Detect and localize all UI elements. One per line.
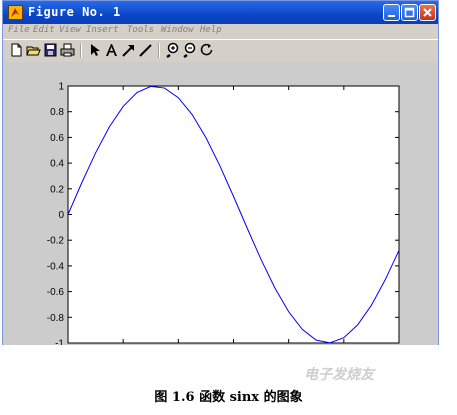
y-tick-label: -0.2 (47, 236, 65, 247)
open-file-icon[interactable] (26, 42, 41, 58)
matlab-icon (8, 5, 23, 20)
y-tick-label: 0.8 (50, 107, 64, 118)
close-button[interactable] (419, 4, 436, 21)
y-tick-label: -0.6 (47, 287, 65, 298)
menu-help[interactable]: Help (200, 25, 222, 35)
menu-tools[interactable]: Tools (127, 25, 154, 35)
y-tick-label: 0.6 (50, 133, 64, 144)
menu-insert[interactable]: Insert (86, 25, 119, 35)
plot-area: 012345610.80.60.40.20-0.2-0.4-0.6-0.8-1 (3, 62, 438, 345)
y-tick-label: 0.2 (50, 184, 64, 195)
new-figure-icon[interactable] (9, 42, 24, 58)
figure-caption: 图 1.6 函数 sinx 的图象 (154, 390, 303, 405)
window-title: Figure No. 1 (28, 5, 121, 19)
select-arrow-icon[interactable] (87, 42, 102, 58)
minimize-button[interactable] (383, 4, 400, 21)
zoom-out-icon[interactable] (182, 42, 197, 58)
menu-view[interactable]: View (59, 25, 81, 35)
rotate-icon[interactable] (199, 42, 214, 58)
maximize-button[interactable] (401, 4, 418, 21)
menu-edit[interactable]: Edit (33, 25, 55, 35)
watermark: 电子发烧友 (304, 367, 374, 383)
menu-window[interactable]: Window (161, 25, 194, 35)
y-tick-label: -0.4 (47, 261, 65, 272)
title-bar[interactable]: Figure No. 1 (3, 1, 438, 24)
insert-arrow-icon[interactable] (121, 42, 136, 58)
y-tick-label: -1 (55, 339, 64, 346)
close-icon (423, 8, 432, 17)
y-tick-label: -0.8 (47, 313, 65, 324)
menu-file[interactable]: File (8, 25, 30, 35)
figure-window: Figure No. 1 File Edit View Insert Tools… (2, 0, 439, 345)
toolbar-separator (158, 43, 160, 58)
y-tick-label: 0 (58, 210, 64, 221)
y-tick-label: 1 (58, 82, 64, 93)
print-icon[interactable] (60, 42, 75, 58)
maximize-icon (404, 7, 415, 18)
sine-chart[interactable]: 012345610.80.60.40.20-0.2-0.4-0.6-0.8-1 (3, 62, 438, 345)
menu-bar: File Edit View Insert Tools Window Help (3, 24, 438, 39)
toolbar-separator (80, 43, 82, 58)
minimize-icon (388, 15, 395, 17)
save-icon[interactable] (43, 42, 58, 58)
insert-line-icon[interactable] (138, 42, 153, 58)
zoom-in-icon[interactable] (165, 42, 180, 58)
insert-text-icon[interactable] (104, 42, 119, 58)
toolbar (3, 39, 438, 63)
axes-box (67, 85, 400, 344)
y-tick-label: 0.4 (50, 159, 64, 170)
